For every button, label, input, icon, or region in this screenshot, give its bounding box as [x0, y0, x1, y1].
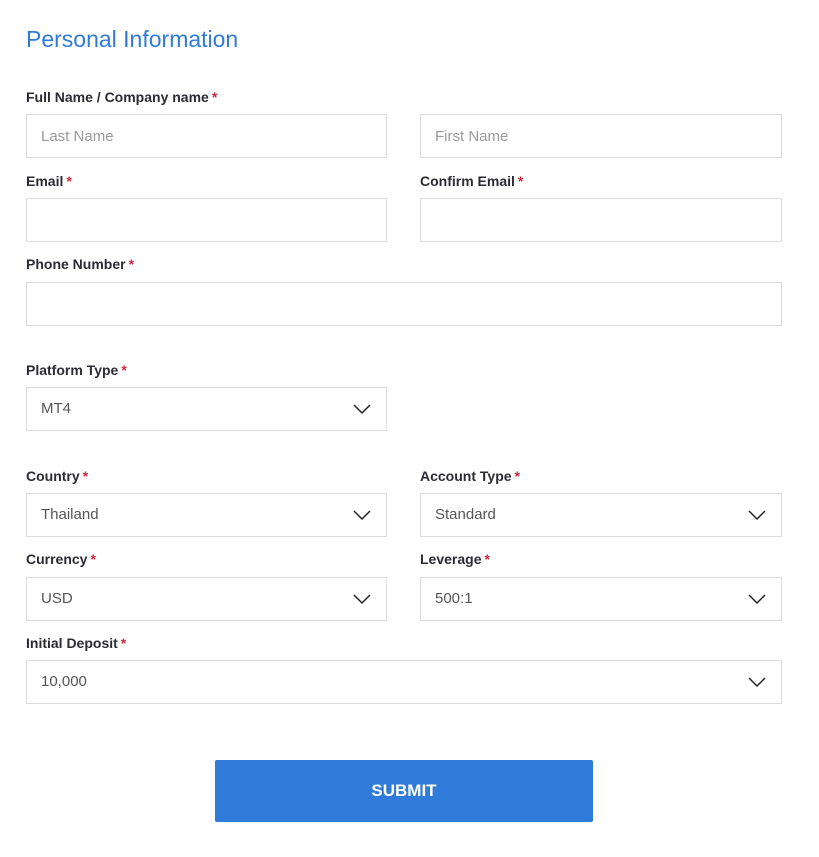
- leverage-label: Leverage *: [420, 551, 490, 567]
- country-label-text: Country: [26, 468, 80, 484]
- phone-label-text: Phone Number: [26, 256, 126, 272]
- account-type-label-text: Account Type: [420, 468, 512, 484]
- required-marker: *: [121, 362, 127, 378]
- phone-field[interactable]: [26, 282, 782, 326]
- email-label: Email *: [26, 173, 72, 189]
- section-title: Personal Information: [26, 26, 239, 52]
- last-name-field[interactable]: [26, 114, 387, 158]
- confirm-email-label: Confirm Email *: [420, 173, 523, 189]
- account-type-value: Standard: [435, 506, 496, 523]
- required-marker: *: [514, 468, 520, 484]
- last-name-input[interactable]: [27, 115, 386, 157]
- currency-label-text: Currency: [26, 551, 88, 567]
- required-marker: *: [517, 173, 524, 189]
- currency-select[interactable]: USD: [26, 577, 387, 621]
- required-marker: *: [128, 256, 135, 272]
- platform-type-select[interactable]: MT4: [26, 387, 387, 431]
- chevron-down-icon: [353, 594, 371, 605]
- account-type-label: Account Type *: [420, 468, 520, 484]
- email-field[interactable]: [26, 198, 387, 242]
- first-name-field[interactable]: [420, 114, 782, 158]
- email-input[interactable]: [27, 199, 386, 241]
- country-value: Thailand: [41, 506, 99, 523]
- chevron-down-icon: [353, 510, 371, 521]
- submit-button[interactable]: SUBMIT: [215, 760, 593, 822]
- required-marker: *: [90, 551, 96, 567]
- confirm-email-input[interactable]: [421, 199, 781, 241]
- chevron-down-icon: [748, 510, 766, 521]
- leverage-label-text: Leverage: [420, 551, 482, 567]
- chevron-down-icon: [353, 404, 371, 415]
- initial-deposit-label-text: Initial Deposit: [26, 635, 118, 651]
- platform-type-label: Platform Type *: [26, 362, 127, 378]
- currency-value: USD: [41, 590, 73, 607]
- phone-label: Phone Number *: [26, 256, 134, 272]
- initial-deposit-label: Initial Deposit *: [26, 635, 126, 651]
- leverage-value: 500:1: [435, 590, 473, 607]
- leverage-select[interactable]: 500:1: [420, 577, 782, 621]
- platform-type-label-text: Platform Type: [26, 362, 119, 378]
- email-label-text: Email: [26, 173, 64, 189]
- confirm-email-label-text: Confirm Email: [420, 173, 515, 189]
- required-marker: *: [82, 468, 89, 484]
- platform-type-value: MT4: [41, 400, 71, 417]
- required-marker: *: [484, 551, 490, 567]
- phone-input[interactable]: [27, 283, 781, 325]
- first-name-input[interactable]: [421, 115, 781, 157]
- required-marker: *: [66, 173, 72, 189]
- initial-deposit-select[interactable]: 10,000: [26, 660, 782, 704]
- country-label: Country *: [26, 468, 88, 484]
- initial-deposit-value: 10,000: [41, 673, 87, 690]
- chevron-down-icon: [748, 677, 766, 688]
- country-select[interactable]: Thailand: [26, 493, 387, 537]
- required-marker: *: [211, 89, 218, 105]
- account-type-select[interactable]: Standard: [420, 493, 782, 537]
- confirm-email-field[interactable]: [420, 198, 782, 242]
- required-marker: *: [120, 635, 127, 651]
- full-name-label-text: Full Name / Company name: [26, 89, 209, 105]
- full-name-label: Full Name / Company name *: [26, 89, 217, 105]
- currency-label: Currency *: [26, 551, 96, 567]
- chevron-down-icon: [748, 594, 766, 605]
